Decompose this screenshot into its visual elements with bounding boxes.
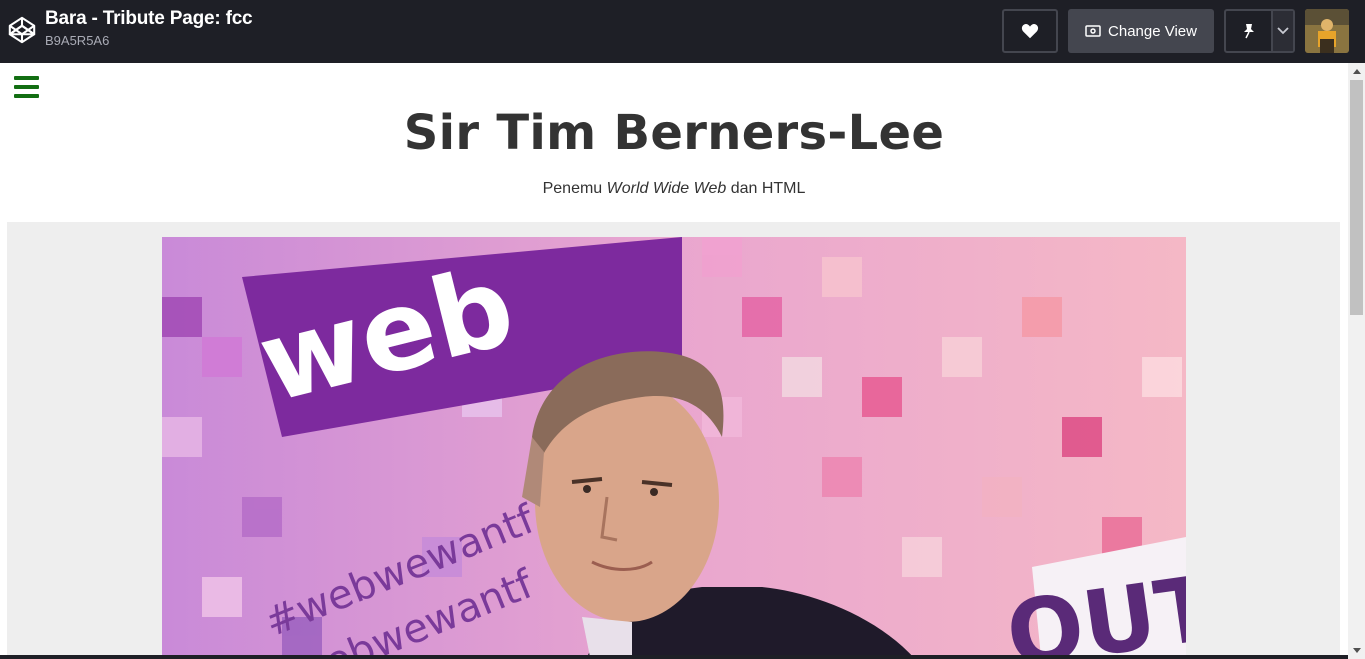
love-button[interactable]: [1002, 9, 1058, 53]
pin-icon: [1243, 24, 1254, 39]
chevron-down-icon: [1277, 27, 1289, 35]
page-subtitle: Penemu World Wide Web dan HTML: [0, 180, 1348, 198]
pen-preview: Sir Tim Berners-Lee Penemu World Wide We…: [0, 63, 1348, 659]
scrollbar-thumb[interactable]: [1350, 80, 1363, 315]
bottom-edge: [0, 655, 1348, 659]
scroll-up-arrow-icon[interactable]: [1348, 63, 1365, 80]
pin-dropdown-button[interactable]: [1273, 11, 1293, 51]
scroll-down-arrow-icon[interactable]: [1348, 642, 1365, 659]
view-icon: [1085, 25, 1101, 37]
codepen-header: Bara - Tribute Page: fcc B9A5R5A6 Change…: [0, 0, 1365, 63]
change-view-label: Change View: [1108, 22, 1197, 40]
subtitle-suffix: dan HTML: [726, 180, 806, 197]
avatar-image: [1305, 9, 1349, 53]
menu-icon[interactable]: [14, 76, 39, 98]
pen-author[interactable]: B9A5R5A6: [45, 32, 252, 50]
portrait-photo: web #webwewantf ebwewantf OUTH: [162, 237, 1186, 659]
pin-button[interactable]: [1226, 11, 1273, 51]
page-title: Sir Tim Berners-Lee: [403, 105, 945, 161]
pin-button-group: [1224, 9, 1295, 53]
heart-icon: [1021, 24, 1039, 39]
user-avatar[interactable]: [1305, 9, 1349, 53]
image-container: web #webwewantf ebwewantf OUTH: [7, 222, 1340, 659]
vertical-scrollbar[interactable]: [1348, 63, 1365, 659]
subtitle-emphasis: World Wide Web: [606, 180, 727, 197]
tribute-image: web #webwewantf ebwewantf OUTH: [162, 237, 1186, 659]
codepen-logo-icon[interactable]: [7, 15, 37, 45]
pen-title-block: Bara - Tribute Page: fcc B9A5R5A6: [45, 7, 253, 50]
pen-title[interactable]: Bara - Tribute Page: fcc: [45, 7, 253, 31]
change-view-button[interactable]: Change View: [1068, 9, 1214, 53]
subtitle-prefix: Penemu: [542, 180, 607, 197]
